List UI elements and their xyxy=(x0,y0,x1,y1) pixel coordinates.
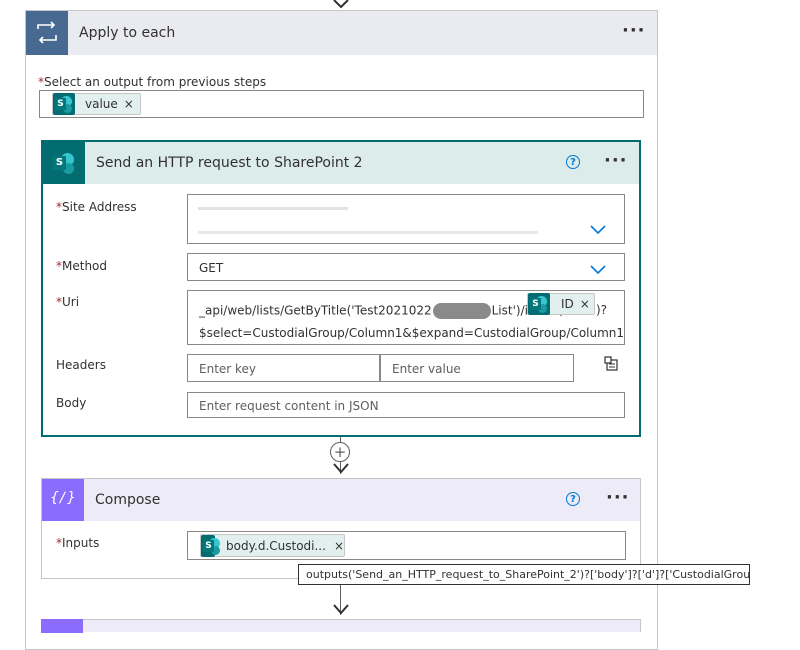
site-address-label-text: Site Address xyxy=(62,200,137,214)
header-value-input[interactable]: Enter value xyxy=(380,354,574,382)
expression-tooltip: outputs('Send_an_HTTP_request_to_SharePo… xyxy=(298,564,750,585)
redacted-text xyxy=(198,231,538,234)
help-icon[interactable]: ? xyxy=(566,492,580,506)
body-token[interactable]: S body.d.Custodi... × xyxy=(200,534,345,557)
uri-after-token: )? xyxy=(596,303,608,317)
header-value-placeholder: Enter value xyxy=(392,362,461,376)
method-value: GET xyxy=(199,261,224,275)
value-token[interactable]: S value × xyxy=(52,93,141,115)
connector-arrow xyxy=(333,463,349,474)
apply-to-each-more-button[interactable]: ··· xyxy=(622,20,646,41)
compose-icon: {∕} xyxy=(42,479,84,521)
header-key-input[interactable]: Enter key xyxy=(187,354,380,382)
inputs-label: *Inputs xyxy=(56,536,99,550)
chevron-down-icon[interactable] xyxy=(590,223,606,235)
id-token[interactable]: S ID × xyxy=(527,293,595,315)
uri-line-1: _api/web/lists/GetByTitle('Test2021022Li… xyxy=(199,303,563,319)
uri-line-2: $select=CustodialGroup/Column1&$expand=C… xyxy=(199,326,625,340)
body-input[interactable]: Enter request content in JSON xyxy=(187,392,625,418)
help-icon[interactable]: ? xyxy=(566,155,580,169)
uri-label-text: Uri xyxy=(62,295,80,309)
uri-line-1-prefix: _api/web/lists/GetByTitle('Test2021022 xyxy=(199,303,432,318)
compose-header[interactable]: {∕} Compose ? ··· xyxy=(42,479,640,521)
site-address-input[interactable] xyxy=(187,194,625,244)
id-token-label: ID xyxy=(561,297,574,311)
remove-token-icon[interactable]: × xyxy=(124,97,134,111)
switch-to-text-mode-icon[interactable] xyxy=(604,356,620,372)
remove-token-icon[interactable]: × xyxy=(334,539,344,553)
add-step-button[interactable]: + xyxy=(330,442,350,462)
next-action-card[interactable] xyxy=(41,619,641,633)
compose-icon xyxy=(41,619,83,633)
method-label: *Method xyxy=(56,259,107,273)
compose-more-button[interactable]: ··· xyxy=(606,487,630,508)
http-request-title: Send an HTTP request to SharePoint 2 xyxy=(96,155,363,171)
http-request-header[interactable]: S Send an HTTP request to SharePoint 2 ?… xyxy=(43,142,639,184)
connector-arrow xyxy=(333,604,349,615)
apply-to-each-header[interactable]: Apply to each ··· xyxy=(26,11,657,55)
http-request-more-button[interactable]: ··· xyxy=(604,150,628,171)
sharepoint-icon: S xyxy=(53,93,75,115)
apply-to-each-title: Apply to each xyxy=(79,25,176,41)
remove-token-icon[interactable]: × xyxy=(580,297,590,311)
value-token-label: value xyxy=(85,97,118,111)
compose-inputs-input[interactable]: S body.d.Custodi... × xyxy=(187,531,626,560)
chevron-down-icon[interactable] xyxy=(590,263,606,275)
select-output-input[interactable]: S value × xyxy=(39,90,644,118)
select-output-label: *Select an output from previous steps xyxy=(38,75,266,89)
method-select[interactable]: GET xyxy=(187,253,625,281)
loop-icon xyxy=(26,11,68,55)
site-address-label: *Site Address xyxy=(56,200,137,214)
uri-label: *Uri xyxy=(56,295,79,309)
compose-title: Compose xyxy=(95,492,161,508)
headers-label: Headers xyxy=(56,358,106,372)
body-placeholder: Enter request content in JSON xyxy=(199,399,379,413)
inputs-label-text: Inputs xyxy=(62,536,100,550)
redacted-text xyxy=(198,207,348,210)
sharepoint-icon: S xyxy=(528,293,550,315)
uri-input[interactable]: _api/web/lists/GetByTitle('Test2021022Li… xyxy=(187,290,625,345)
method-label-text: Method xyxy=(62,259,108,273)
body-label: Body xyxy=(56,396,87,410)
header-key-placeholder: Enter key xyxy=(199,362,257,376)
body-token-label: body.d.Custodi... xyxy=(226,538,326,553)
sharepoint-icon: S xyxy=(201,534,220,557)
select-output-label-text: Select an output from previous steps xyxy=(44,75,267,89)
redacted-text xyxy=(432,303,491,319)
sharepoint-header-icon: S xyxy=(43,142,85,184)
